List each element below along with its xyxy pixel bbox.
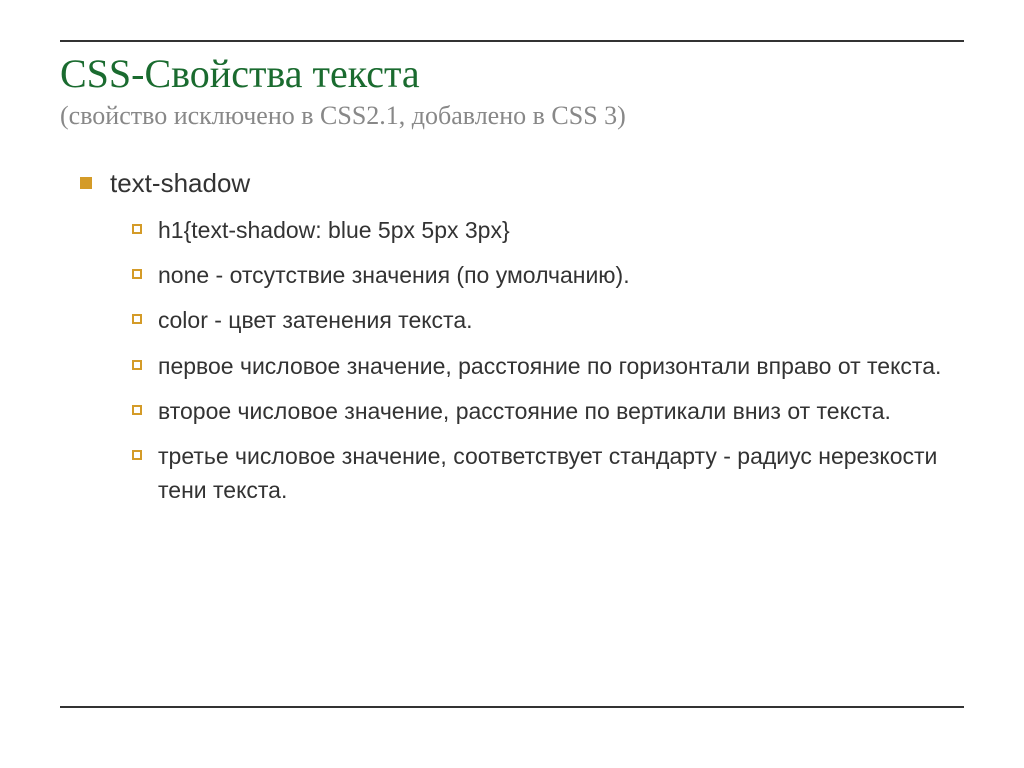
list-item: h1{text-shadow: blue 5px 5px 3px}: [132, 214, 964, 247]
rule-top: [60, 40, 964, 42]
list-item: color - цвет затенения текста.: [132, 304, 964, 337]
list-item: третье числовое значение, соответствует …: [132, 440, 964, 507]
slide: CSS-Свойства текста (свойство исключено …: [0, 0, 1024, 768]
slide-subtitle: (свойство исключено в CSS2.1, добавлено …: [60, 100, 964, 131]
list-item: второе числовое значение, расстояние по …: [132, 395, 964, 428]
list-item-label: h1{text-shadow: blue 5px 5px 3px}: [158, 217, 510, 243]
rule-bottom: [60, 706, 964, 708]
bullet-list-level1: text-shadow h1{text-shadow: blue 5px 5px…: [80, 167, 964, 507]
bullet-list-level2: h1{text-shadow: blue 5px 5px 3px} none -…: [132, 214, 964, 507]
list-item: text-shadow h1{text-shadow: blue 5px 5px…: [80, 167, 964, 507]
list-item-label: color - цвет затенения текста.: [158, 307, 473, 333]
list-item-label: none - отсутствие значения (по умолчанию…: [158, 262, 630, 288]
slide-title: CSS-Свойства текста: [60, 52, 964, 96]
list-item: первое числовое значение, расстояние по …: [132, 350, 964, 383]
list-item-label: третье числовое значение, соответствует …: [158, 443, 937, 502]
list-item-label: второе числовое значение, расстояние по …: [158, 398, 891, 424]
list-item-label: text-shadow: [110, 168, 250, 198]
list-item: none - отсутствие значения (по умолчанию…: [132, 259, 964, 292]
list-item-label: первое числовое значение, расстояние по …: [158, 353, 941, 379]
